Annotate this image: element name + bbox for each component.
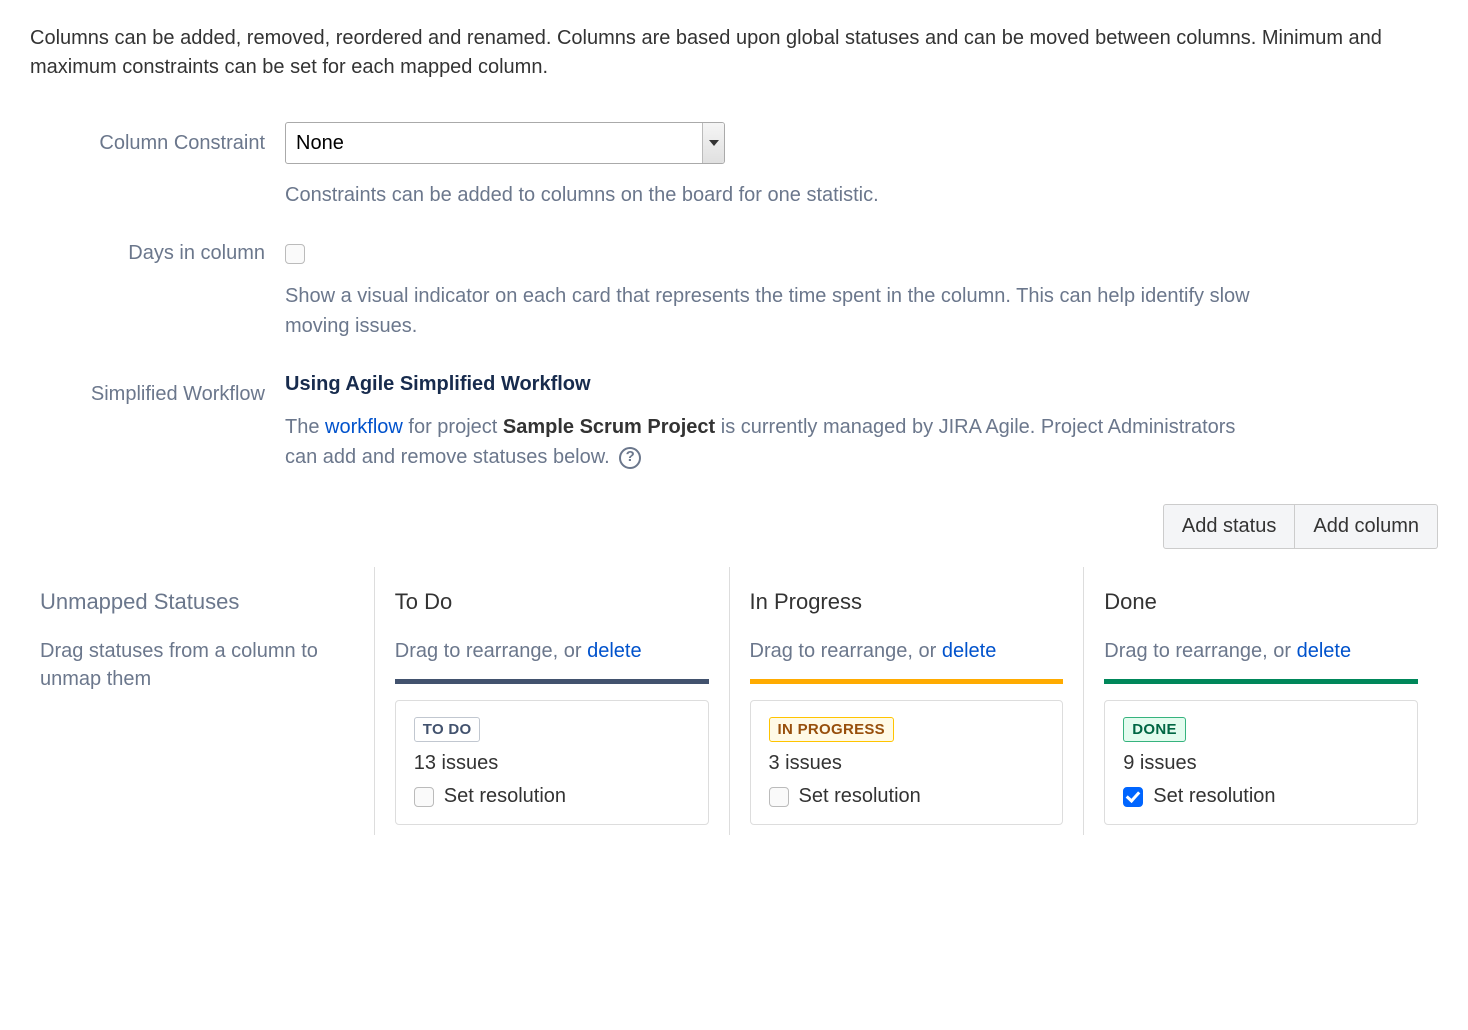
column-bar [750,679,1064,684]
delete-link[interactable]: delete [1297,640,1352,662]
status-lozenge: DONE [1123,717,1186,742]
constraint-select[interactable]: None [285,122,725,164]
column-sub: Drag to rearrange, or delete [1104,637,1418,665]
days-helper: Show a visual indicator on each card tha… [285,281,1265,341]
help-icon[interactable]: ? [619,447,641,469]
status-lozenge: TO DO [414,717,481,742]
resolution-label: Set resolution [1153,785,1275,808]
days-checkbox[interactable] [285,244,305,264]
add-status-button[interactable]: Add status [1163,504,1296,549]
project-name: Sample Scrum Project [503,416,715,438]
column-title[interactable]: Done [1104,589,1418,615]
status-lozenge: IN PROGRESS [769,717,895,742]
resolution-checkbox[interactable] [769,787,789,807]
add-column-button[interactable]: Add column [1295,504,1438,549]
column-sub: Drag to rearrange, or delete [395,637,709,665]
workflow-link[interactable]: workflow [325,416,403,438]
column-inprogress[interactable]: In Progress Drag to rearrange, or delete… [729,567,1084,835]
workflow-title: Using Agile Simplified Workflow [285,373,1265,396]
workflow-label: Simplified Workflow [30,373,285,406]
delete-link[interactable]: delete [942,640,997,662]
status-card[interactable]: DONE 9 issues Set resolution [1104,700,1418,825]
resolution-checkbox[interactable] [1123,787,1143,807]
issue-count: 13 issues [414,752,690,775]
delete-link[interactable]: delete [587,640,642,662]
column-done[interactable]: Done Drag to rearrange, or delete DONE 9… [1083,567,1438,835]
column-bar [395,679,709,684]
issue-count: 3 issues [769,752,1045,775]
column-title[interactable]: In Progress [750,589,1064,615]
intro-text: Columns can be added, removed, reordered… [30,24,1438,82]
resolution-label: Set resolution [799,785,921,808]
workflow-desc: The workflow for project Sample Scrum Pr… [285,412,1265,472]
days-label: Days in column [30,242,285,265]
unmapped-title: Unmapped Statuses [40,589,354,615]
resolution-label: Set resolution [444,785,566,808]
resolution-checkbox[interactable] [414,787,434,807]
constraint-helper: Constraints can be added to columns on t… [285,180,1265,210]
constraint-label: Column Constraint [30,122,285,155]
column-bar [1104,679,1418,684]
status-card[interactable]: TO DO 13 issues Set resolution [395,700,709,825]
column-sub: Drag to rearrange, or delete [750,637,1064,665]
column-title[interactable]: To Do [395,589,709,615]
unmapped-sub: Drag statuses from a column to unmap the… [40,637,354,693]
column-todo[interactable]: To Do Drag to rearrange, or delete TO DO… [374,567,729,835]
status-card[interactable]: IN PROGRESS 3 issues Set resolution [750,700,1064,825]
unmapped-column[interactable]: Unmapped Statuses Drag statuses from a c… [30,567,374,835]
issue-count: 9 issues [1123,752,1399,775]
columns-container: Unmapped Statuses Drag statuses from a c… [30,567,1438,835]
